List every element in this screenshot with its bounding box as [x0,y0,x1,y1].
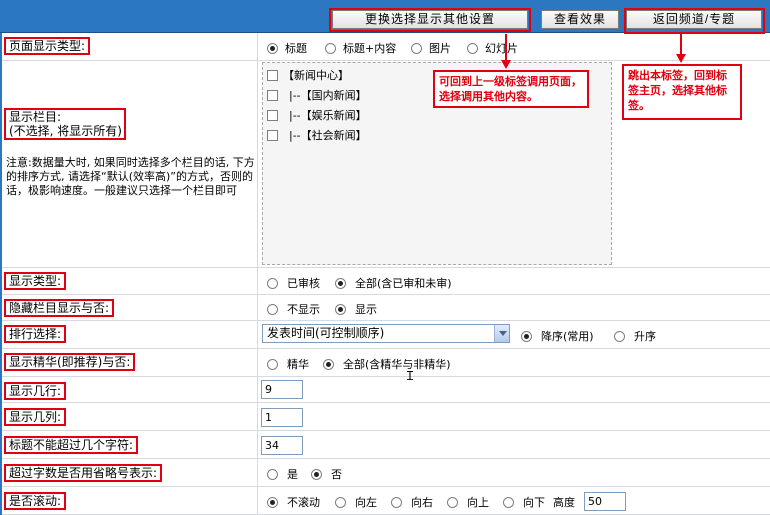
hidden-columns-option-hide: 不显示 [287,303,320,316]
display-type-label: 显示类型: [4,272,67,290]
column-item-domestic: |--【国内新闻】 [289,89,367,102]
sort-select-value: 发表时间(可控制顺序) [267,326,385,340]
scroll-height-input[interactable]: 50 [584,492,626,511]
columns-label-line1: 显示栏目: [9,110,62,124]
scroll-radio-right[interactable] [391,497,402,508]
display-type-radio-approved[interactable] [267,278,278,289]
display-type-option-approved: 已审核 [287,277,320,290]
hidden-columns-radio-show[interactable] [335,304,346,315]
callout-change-settings: 可回到上一级标签调用页面，选择调用其他内容。 [433,70,589,108]
scroll-radio-none[interactable] [267,497,278,508]
scroll-height-label: 高度 [553,496,575,509]
hidden-columns-label: 隐藏栏目显示与否: [4,299,115,317]
column-checkbox-entertainment[interactable] [267,110,278,121]
page-type-option-slideshow: 幻灯片 [485,42,518,55]
annotation-arrowhead-left [501,60,511,69]
annotation-arrow-left [505,34,507,61]
row-cols-count [2,403,770,431]
page-type-radio-slideshow[interactable] [467,43,478,54]
page-type-radio-image[interactable] [411,43,422,54]
scroll-option-left: 向左 [355,496,377,509]
hidden-columns-radio-hide[interactable] [267,304,278,315]
featured-option-all: 全部(含精华与非精华) [343,358,451,371]
column-checkbox-news-center[interactable] [267,70,278,81]
change-settings-button[interactable]: 更换选择显示其他设置 [332,10,528,29]
page-type-option-image: 图片 [429,42,451,55]
display-type-option-all: 全部(含已审和未审) [355,277,452,290]
hidden-columns-option-show: 显示 [355,303,377,316]
title-max-label: 标题不能超过几个字符: [4,436,139,454]
scroll-radio-down[interactable] [503,497,514,508]
page-type-radio-title-content[interactable] [325,43,336,54]
cols-count-label: 显示几列: [4,408,67,426]
ellipsis-option-no: 否 [331,468,342,481]
rows-count-input[interactable]: 9 [261,380,303,399]
chevron-down-icon[interactable] [494,325,509,342]
sort-select[interactable]: 发表时间(可控制顺序) [262,324,510,343]
text-cursor-icon: Ｉ [404,369,417,383]
scroll-option-down: 向下 [523,496,545,509]
scroll-radio-up[interactable] [447,497,458,508]
column-item-society: |--【社会新闻】 [289,129,367,142]
featured-radio-featured[interactable] [267,359,278,370]
annotation-arrow-right [680,34,682,55]
sort-radio-asc[interactable] [614,331,625,342]
featured-radio-all[interactable] [323,359,334,370]
sort-option-asc: 升序 [634,330,656,343]
page-type-option-title-content: 标题+内容 [343,42,397,55]
featured-label: 显示精华(即推荐)与否: [4,353,136,371]
rows-count-label: 显示几行: [4,382,67,400]
column-checkbox-society[interactable] [267,130,278,141]
row-rows-count [2,377,770,403]
scroll-option-up: 向上 [467,496,489,509]
page-type-label: 页面显示类型: [4,37,91,55]
column-item-news-center: 【新闻中心】 [283,69,349,82]
featured-option-featured: 精华 [287,358,309,371]
sort-option-desc: 降序(常用) [541,330,594,343]
ellipsis-option-yes: 是 [287,468,298,481]
display-type-radio-all[interactable] [335,278,346,289]
scroll-radio-left[interactable] [335,497,346,508]
back-channel-button[interactable]: 返回频道/专题 [626,10,762,29]
column-checkbox-domestic[interactable] [267,90,278,101]
row-hidden-columns [2,295,770,321]
ellipsis-radio-yes[interactable] [267,469,278,480]
columns-label-line2: (不选择, 将显示所有) [9,124,122,138]
cols-count-input[interactable]: 1 [261,408,303,427]
scroll-option-none: 不滚动 [287,496,320,509]
sort-radio-desc[interactable] [521,331,532,342]
sort-label: 排行选择: [4,325,67,343]
ellipsis-label: 超过字数是否用省略号表示: [4,464,163,482]
columns-note: 注意:数据量大时, 如果同时选择多个栏目的话, 下方的排序方式, 请选择“默认(… [6,156,255,197]
column-item-entertainment: |--【娱乐新闻】 [289,109,367,122]
preview-button[interactable]: 查看效果 [541,10,619,29]
ellipsis-radio-no[interactable] [311,469,322,480]
page-type-radio-title[interactable] [267,43,278,54]
scroll-option-right: 向右 [411,496,433,509]
page-type-option-title: 标题 [285,42,307,55]
callout-back-channel: 跳出本标签，回到标签主页，选择其他标签。 [622,64,742,120]
columns-label: 显示栏目: (不选择, 将显示所有) [4,108,126,140]
row-scroll [2,487,770,515]
title-max-input[interactable]: 34 [261,436,303,455]
annotation-arrowhead-right [676,54,686,63]
scroll-label: 是否滚动: [4,492,67,510]
